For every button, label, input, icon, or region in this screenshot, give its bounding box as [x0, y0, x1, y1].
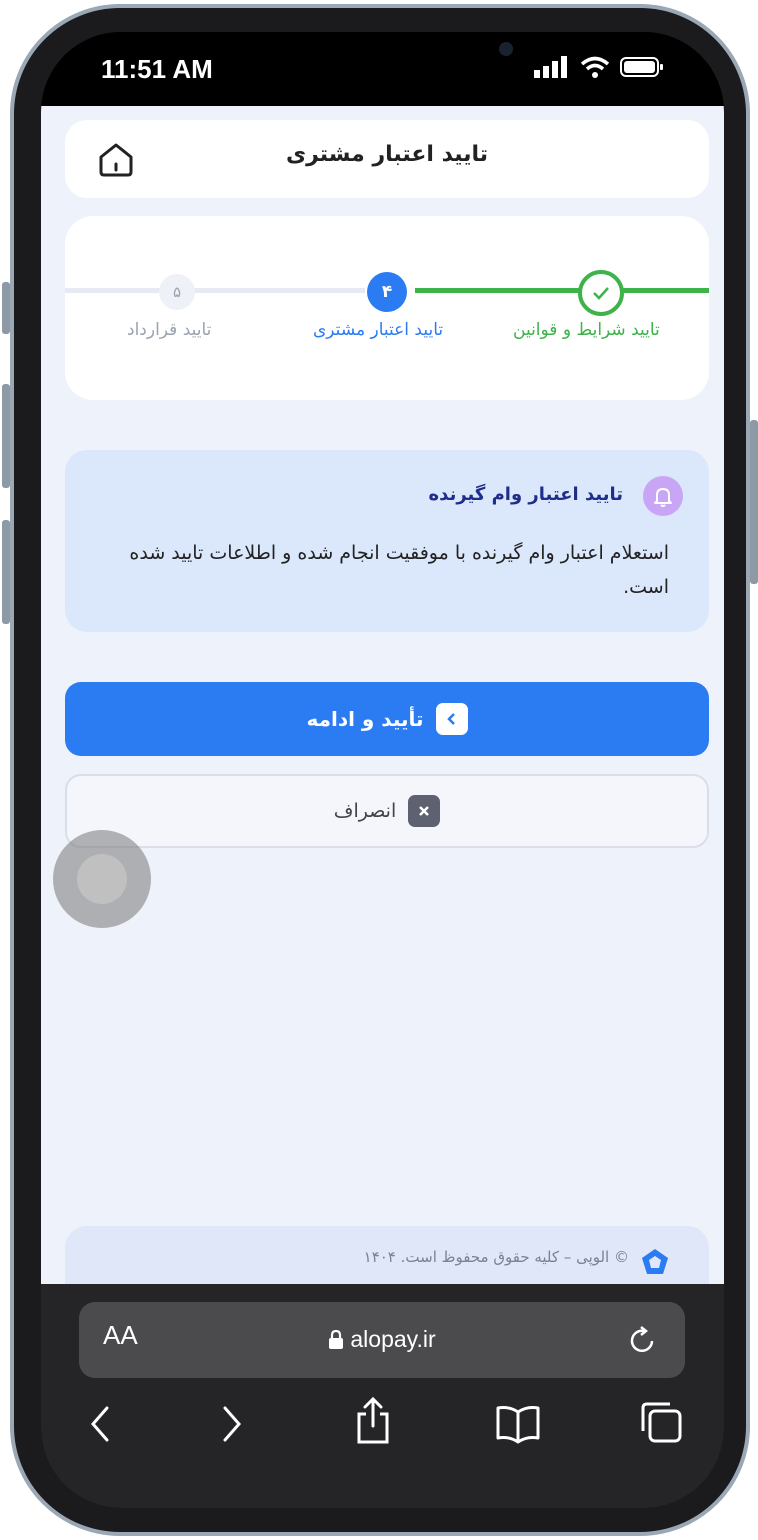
- step-2-label: تایید اعتبار مشتری: [313, 320, 444, 340]
- status-time: 11:51 AM: [101, 54, 213, 84]
- battery-icon: [620, 57, 663, 77]
- step-3-number: ۵: [172, 283, 182, 301]
- info-text: استعلام اعتبار وام گیرنده با موفقیت انجا…: [129, 542, 669, 598]
- tabs-icon[interactable]: [639, 1400, 683, 1444]
- step-1-dot: [578, 270, 624, 316]
- step-3-label: تایید قرارداد: [127, 320, 212, 340]
- chevron-left-icon: [446, 713, 455, 725]
- step-1-label: تایید شرایط و قوانین: [513, 320, 660, 340]
- step-2-dot: ۴: [367, 272, 407, 312]
- home-icon[interactable]: [97, 140, 135, 178]
- touch-indicator-center: [77, 854, 127, 904]
- touch-indicator: [53, 830, 151, 928]
- power-button: [750, 420, 758, 584]
- volume-up-button: [2, 282, 10, 334]
- web-page: تایید اعتبار مشتری تایید شرایط و قوانین …: [41, 106, 724, 1284]
- confirm-button-icon: [435, 703, 468, 735]
- close-icon: [419, 806, 430, 816]
- info-title: تایید اعتبار وام گیرنده: [428, 484, 623, 505]
- bookmarks-icon[interactable]: [495, 1404, 541, 1444]
- info-card: تایید اعتبار وام گیرنده استعلام اعتبار و…: [65, 450, 709, 632]
- reload-icon[interactable]: [627, 1324, 659, 1356]
- stepper-line-pending: [65, 288, 365, 293]
- status-bar: 11:51 AM: [41, 32, 724, 106]
- address-bar[interactable]: AA alopay.ir: [79, 1302, 685, 1378]
- volume-down-button: [2, 384, 10, 488]
- bell-badge: [643, 476, 683, 516]
- step-3-dot: ۵: [159, 274, 195, 310]
- share-icon[interactable]: [353, 1396, 393, 1446]
- bell-icon: [654, 488, 672, 507]
- status-icons: [534, 56, 664, 78]
- cancel-button-label: انصراف: [333, 800, 397, 822]
- url-display[interactable]: alopay.ir: [79, 1326, 685, 1353]
- browser-toolbar: AA alopay.ir: [41, 1284, 724, 1508]
- wifi-icon: [580, 56, 610, 78]
- camera-icon: [499, 42, 513, 56]
- page-title: تایید اعتبار مشتری: [285, 142, 489, 167]
- dynamic-island: [255, 32, 513, 84]
- footer-copyright: © الوپی – کلیه حقوق محفوظ است. ۱۴۰۴: [363, 1248, 629, 1266]
- mute-button: [2, 520, 10, 624]
- back-icon[interactable]: [85, 1402, 115, 1446]
- confirm-button[interactable]: تأیید و ادامه: [65, 682, 709, 756]
- page-header: تایید اعتبار مشتری: [65, 120, 709, 198]
- step-2-number: ۴: [381, 282, 393, 302]
- signal-icon: [534, 56, 567, 78]
- cancel-button-icon: [408, 795, 441, 827]
- lock-icon: [329, 1329, 344, 1349]
- cancel-button[interactable]: انصراف: [65, 774, 709, 848]
- alopay-logo-icon: [642, 1249, 668, 1274]
- footer: © الوپی – کلیه حقوق محفوظ است. ۱۴۰۴: [65, 1226, 709, 1284]
- stepper-line-done: [415, 288, 709, 293]
- forward-icon[interactable]: [217, 1402, 247, 1446]
- confirm-button-label: تأیید و ادامه: [306, 707, 424, 731]
- check-icon: [593, 287, 609, 300]
- url-text: alopay.ir: [350, 1326, 436, 1352]
- screen: 11:51 AM تایید اعتبار مشتری تایید شرایط …: [41, 32, 724, 1508]
